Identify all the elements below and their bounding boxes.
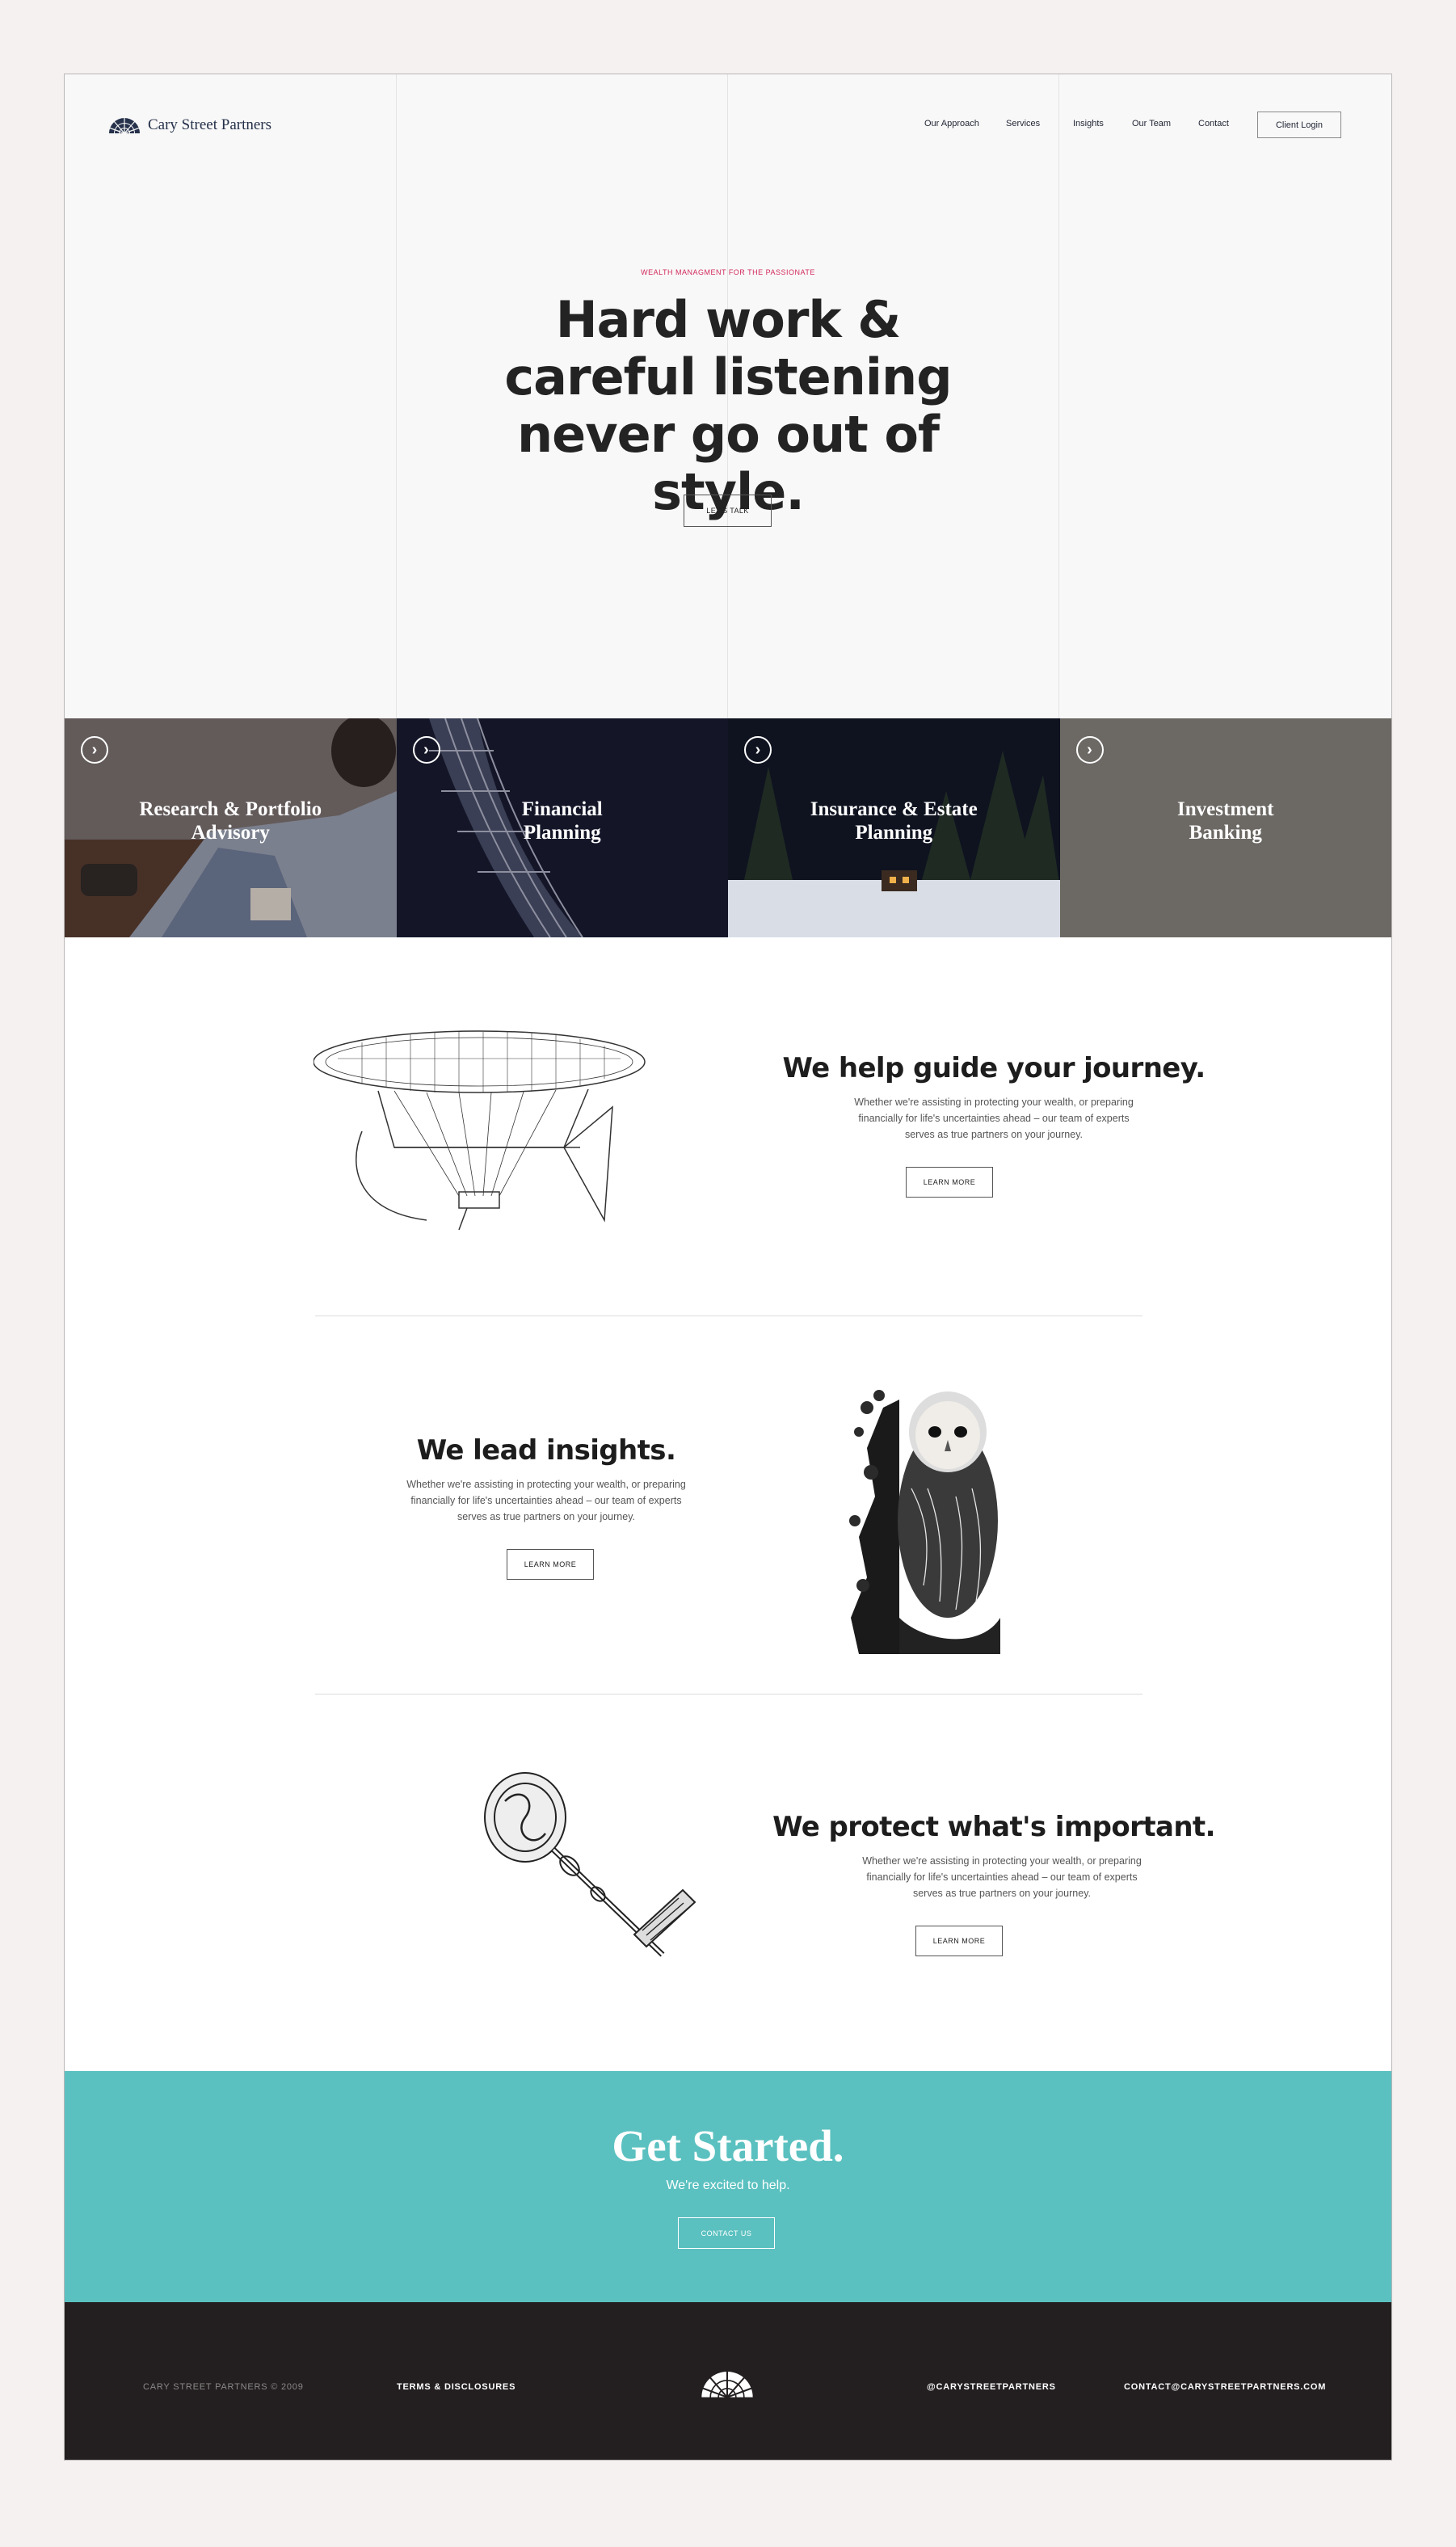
tile-research-portfolio-advisory[interactable]: › Research & Portfolio Advisory (65, 718, 397, 937)
hero: Cary Street Partners Our Approach Servic… (65, 74, 1391, 719)
tile-title: Research & Portfolio Advisory (139, 798, 322, 844)
arrow-right-circle-icon: › (81, 736, 108, 764)
feature-body: Whether we're assisting in protecting yo… (862, 1855, 1142, 1899)
learn-more-button[interactable]: LEARN MORE (507, 1549, 594, 1580)
tile-financial-planning[interactable]: › Financial Planning (396, 718, 728, 937)
cta-subtitle: We're excited to help. (666, 2179, 790, 2192)
nav-our-approach[interactable]: Our Approach (924, 119, 979, 128)
feature-title: We protect what's important. (772, 1811, 1215, 1843)
learn-more-button[interactable]: LEARN MORE (906, 1167, 993, 1198)
arrow-right-circle-icon: › (412, 736, 440, 764)
footer: CARY STREET PARTNERS © 2009 TERMS & DISC… (65, 2302, 1391, 2460)
feature-title: We lead insights. (416, 1434, 676, 1467)
nav-insights[interactable]: Insights (1073, 119, 1104, 128)
tile-title: Financial Planning (521, 798, 603, 844)
logo-fan-icon (108, 117, 141, 134)
nav-our-team[interactable]: Our Team (1132, 119, 1171, 128)
page-frame: Cary Street Partners Our Approach Servic… (64, 74, 1392, 2461)
feature-body: Whether we're assisting in protecting yo… (854, 1097, 1134, 1140)
feature-body: Whether we're assisting in protecting yo… (406, 1479, 686, 1522)
learn-more-button[interactable]: LEARN MORE (915, 1926, 1003, 1956)
footer-social-link[interactable]: @CARYSTREETPARTNERS (927, 2382, 1056, 2392)
footer-copyright: CARY STREET PARTNERS © 2009 (143, 2382, 304, 2392)
service-tiles: › Research & Portfolio Advisory › Financ… (65, 718, 1391, 937)
owl-illustration (849, 1390, 1000, 1654)
contact-us-button[interactable]: CONTACT US (678, 2217, 775, 2249)
client-login-button[interactable]: Client Login (1257, 112, 1341, 138)
footer-email-link[interactable]: CONTACT@CARYSTREETPARTNERS.COM (1124, 2382, 1326, 2392)
airship-illustration (314, 1030, 646, 1231)
arrow-right-circle-icon: › (1075, 736, 1104, 764)
lets-talk-button[interactable]: LET'S TALK (684, 495, 772, 527)
hero-headline: Hard work & careful listening never go o… (504, 290, 952, 521)
get-started-section: Get Started. We're excited to help. CONT… (65, 2071, 1391, 2302)
tile-investment-banking[interactable]: › Investment Banking (1059, 718, 1391, 937)
tile-title: Insurance & Estate Planning (810, 798, 978, 844)
arrow-right-circle-icon: › (744, 736, 772, 764)
logo-text: Cary Street Partners (148, 116, 272, 133)
logo[interactable]: Cary Street Partners (107, 116, 271, 134)
nav-services[interactable]: Services (1006, 119, 1040, 128)
footer-terms-link[interactable]: TERMS & DISCLOSURES (397, 2382, 515, 2392)
hero-eyebrow: WEALTH MANAGMENT FOR THE PASSIONATE (641, 268, 815, 276)
grid-line (1058, 74, 1059, 719)
key-illustration (484, 1772, 696, 1957)
cta-title: Get Started. (612, 2121, 844, 2170)
logo-fan-icon (701, 2370, 754, 2398)
tile-insurance-estate-planning[interactable]: › Insurance & Estate Planning (728, 718, 1060, 937)
grid-line (396, 74, 397, 719)
tile-title: Investment Banking (1177, 798, 1274, 844)
feature-title: We help guide your journey. (782, 1052, 1206, 1084)
nav-contact[interactable]: Contact (1198, 119, 1229, 128)
